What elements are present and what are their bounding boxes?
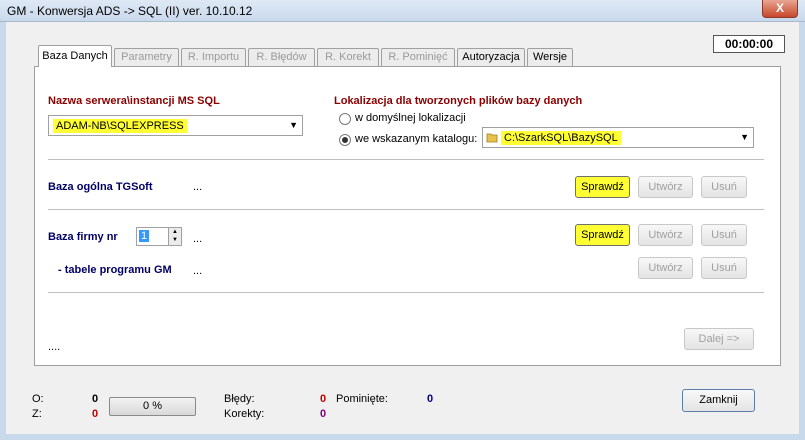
general-db-status: ... — [193, 181, 203, 193]
divider — [48, 159, 764, 160]
company-db-status: ... — [193, 233, 203, 245]
company-number-stepper[interactable]: 1 ▲ ▼ — [136, 227, 182, 246]
gm-tables-create-button[interactable]: Utwórz — [638, 257, 693, 279]
z-value: 0 — [92, 408, 99, 420]
tab-r-korekt[interactable]: R. Korekt — [317, 48, 379, 66]
tab-parametry[interactable]: Parametry — [114, 48, 179, 66]
path-value: C:\SzarkSQL\BazySQL — [501, 131, 621, 145]
radio-default-location-label: w domyślnej lokalizacji — [355, 112, 466, 124]
radio-default-location[interactable] — [339, 113, 351, 125]
o-label: O: — [32, 393, 44, 405]
close-window-button[interactable]: X — [762, 0, 798, 18]
company-db-label: Baza firmy nr — [48, 231, 118, 243]
corrections-value: 0 — [320, 408, 327, 420]
gm-tables-status: ... — [193, 265, 203, 277]
server-value: ADAM-NB\SQLEXPRESS — [53, 119, 187, 133]
errors-label: Błędy: — [224, 393, 255, 405]
general-db-label: Baza ogólna TGSoft — [48, 181, 153, 193]
radio-custom-location[interactable] — [339, 134, 351, 146]
tab-autoryzacja[interactable]: Autoryzacja — [457, 48, 525, 66]
radio-custom-location-label: we wskazanym katalogu: — [355, 133, 478, 145]
title-bar: GM - Konwersja ADS -> SQL (II) ver. 10.1… — [0, 0, 805, 22]
path-combobox[interactable]: C:\SzarkSQL\BazySQL ▼ — [482, 127, 754, 148]
tab-wersje[interactable]: Wersje — [527, 48, 573, 66]
skipped-value: 0 — [427, 393, 434, 405]
tab-r-importu[interactable]: R. Importu — [181, 48, 246, 66]
general-db-delete-button[interactable]: Usuń — [701, 176, 747, 198]
corrections-label: Korekty: — [224, 408, 265, 420]
chevron-down-icon[interactable]: ▼ — [289, 120, 298, 130]
o-value: 0 — [92, 393, 99, 405]
skipped-label: Pominięte: — [336, 393, 388, 405]
divider — [48, 292, 764, 293]
general-db-check-button[interactable]: Sprawdź — [575, 176, 630, 198]
company-number-value: 1 — [139, 230, 150, 242]
location-label: Lokalizacja dla tworzonych plików bazy d… — [334, 95, 583, 107]
progress-dots: .... — [48, 341, 61, 353]
tab-r-bledow[interactable]: R. Błędów — [248, 48, 315, 66]
company-db-create-button[interactable]: Utwórz — [638, 224, 693, 246]
server-combobox[interactable]: ADAM-NB\SQLEXPRESS ▼ — [48, 115, 303, 136]
errors-value: 0 — [320, 393, 327, 405]
z-label: Z: — [32, 408, 42, 420]
server-label: Nazwa serwera\instancji MS SQL — [48, 95, 220, 107]
tab-panel — [34, 66, 781, 366]
next-button[interactable]: Dalej => — [684, 328, 754, 350]
tab-baza-danych[interactable]: Baza Danych — [38, 45, 112, 67]
stepper-down-icon[interactable]: ▼ — [168, 236, 181, 245]
company-db-delete-button[interactable]: Usuń — [701, 224, 747, 246]
window-title: GM - Konwersja ADS -> SQL (II) ver. 10.1… — [7, 4, 253, 18]
gm-tables-delete-button[interactable]: Usuń — [701, 257, 747, 279]
company-db-check-button[interactable]: Sprawdź — [575, 224, 630, 246]
close-button[interactable]: Zamknij — [682, 389, 755, 412]
folder-icon — [486, 131, 498, 146]
timer-display: 00:00:00 — [713, 35, 785, 53]
gm-tables-label: - tabele programu GM — [58, 264, 172, 276]
tab-r-pominiec[interactable]: R. Pominięć — [381, 48, 455, 66]
general-db-create-button[interactable]: Utwórz — [638, 176, 693, 198]
progress-bar: 0 % — [109, 397, 196, 416]
divider — [48, 209, 764, 210]
chevron-down-icon[interactable]: ▼ — [740, 132, 749, 142]
